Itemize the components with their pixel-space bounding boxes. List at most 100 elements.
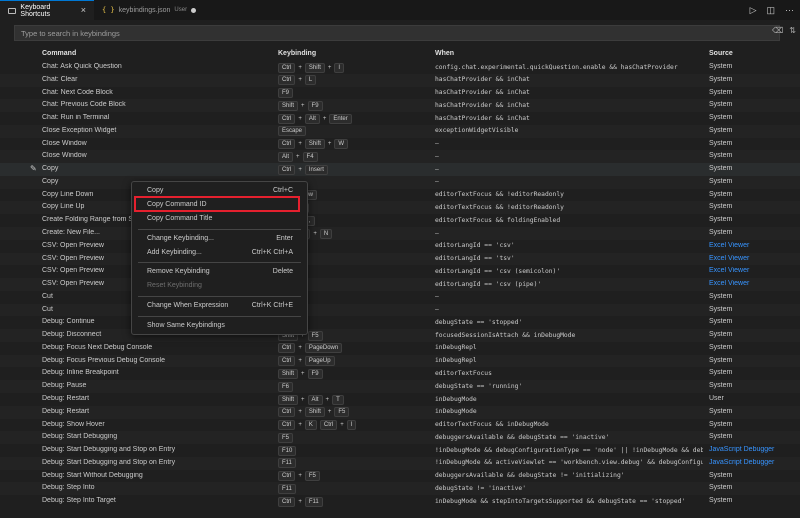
source-cell: System xyxy=(709,75,733,83)
source-cell[interactable]: Excel Viewer xyxy=(709,267,797,274)
search-input[interactable] xyxy=(21,28,779,38)
table-row[interactable]: CutDelete–System xyxy=(0,291,800,304)
when-cell: editorLangId == 'csv (semicolon)' xyxy=(435,267,561,275)
tab-keyboard-shortcuts[interactable]: Keyboard Shortcuts × xyxy=(0,0,94,20)
table-row[interactable]: Debug: Pause F6 debugState == 'running' Sys… xyxy=(0,380,800,394)
table-row[interactable]: Chat: Previous Code Block Shift + F9 hasChat… xyxy=(0,99,800,113)
source-cell: System xyxy=(709,369,733,377)
menu-item-change-when-expression[interactable]: Change When Expression Ctrl+K Ctrl+E xyxy=(132,300,307,313)
table-row[interactable]: Debug: Start Debugging F5 debuggersAvailab… xyxy=(0,431,800,445)
dirty-dot-icon[interactable] xyxy=(191,7,197,13)
sort-icon[interactable]: ⇅ xyxy=(789,26,796,35)
keybinding-cell: F11 xyxy=(278,458,428,469)
table-row[interactable]: Chat: Next Code Block F9 hasChatProvider &… xyxy=(0,87,800,100)
command-cell: Close Window xyxy=(42,139,87,147)
source-cell[interactable]: JavaScript Debugger xyxy=(709,459,797,466)
table-row[interactable]: Debug: Continue debugState == 'stopped' Sy… xyxy=(0,316,800,329)
key-cap: K xyxy=(304,420,317,431)
menu-item-change-keybinding[interactable]: Change Keybinding... Enter xyxy=(132,233,307,246)
when-cell: editorTextFocus && !editorReadonly xyxy=(435,191,564,199)
table-row[interactable]: CSV: Open PreviewVeditorLangId == 'tsv'E… xyxy=(0,252,800,266)
table-row[interactable]: Create: New File...Windows+N–System xyxy=(0,227,800,240)
close-icon[interactable]: × xyxy=(81,6,86,15)
more-actions-icon[interactable]: ··· xyxy=(785,5,794,15)
source-cell: System xyxy=(709,331,733,339)
table-row[interactable]: Close Exception Widget Escape exceptionWid… xyxy=(0,124,800,138)
when-cell: !inDebugMode && activeViewlet == 'workbe… xyxy=(435,459,703,467)
table-row[interactable]: Debug: Disconnect Shift + F5 focusedSessionI… xyxy=(0,329,800,342)
table-row[interactable]: Debug: Restart Shift + Alt + TinDebugMode User xyxy=(0,393,800,406)
table-row[interactable]: Chat: Ask Quick Question Ctrl + Shift + Iconf… xyxy=(0,61,800,74)
command-cell: Debug: Start Debugging and Stop on Entry xyxy=(42,458,176,466)
source-cell: System xyxy=(709,382,733,390)
menu-item-show-same-keybindings[interactable]: Show Same Keybindings xyxy=(132,320,307,333)
table-row[interactable]: Chat: Clear Ctrl + LhasChatProvider && inCh… xyxy=(0,73,800,87)
key-plus: + xyxy=(325,396,330,403)
table-row[interactable]: Close Window Alt + F4– System xyxy=(0,150,800,164)
menu-item-add-keybinding[interactable]: Add Keybinding... Ctrl+K Ctrl+A xyxy=(132,247,307,260)
when-cell: exceptionWidgetVisible xyxy=(435,127,519,135)
pencil-icon[interactable]: ✎ xyxy=(30,164,37,173)
table-row[interactable]: Debug: Step Into F11 debugState != 'inacti… xyxy=(0,482,800,496)
key-cap: Shift xyxy=(278,100,299,111)
menu-item-label: Add Keybinding... xyxy=(147,249,202,256)
command-cell: Debug: Inline Breakpoint xyxy=(42,369,119,377)
clear-filter-icon[interactable]: ⌫ xyxy=(772,26,783,35)
key-cap: F9 xyxy=(307,100,323,111)
key-cap: F6 xyxy=(278,381,294,392)
column-command[interactable]: Command xyxy=(42,50,76,57)
table-row[interactable]: Debug: Show Hover Ctrl + K Ctrl + IeditorTextF… xyxy=(0,419,800,432)
table-row[interactable]: Copy Line UpUpArroweditorTextFocus && !e… xyxy=(0,201,800,215)
menu-item-remove-keybinding[interactable]: Remove Keybinding Delete xyxy=(132,266,307,279)
keybinding-cell: Alt + F4 xyxy=(278,151,428,162)
table-row[interactable]: CSV: Open PreviewVeditorLangId == 'csv'E… xyxy=(0,240,800,253)
source-cell: System xyxy=(709,433,733,441)
key-cap: PageUp xyxy=(304,356,335,367)
keybinding-cell: F11 xyxy=(278,483,428,494)
menu-item-copy-command-title[interactable]: Copy Command Title xyxy=(132,213,307,226)
table-row[interactable]: Close Window Ctrl + Shift + W – System xyxy=(0,138,800,151)
column-source[interactable]: Source xyxy=(709,50,733,57)
table-row[interactable]: Create Folding Range from SCtrl+,editorT… xyxy=(0,214,800,227)
source-cell: System xyxy=(709,190,733,198)
table-row[interactable]: ✎ Copy Ctrl + Insert – System xyxy=(0,163,800,176)
table-row[interactable]: Debug: Start Without Debugging Ctrl + F5 deb… xyxy=(0,470,800,483)
table-row[interactable]: Copy – System xyxy=(0,175,800,189)
table-row[interactable]: Debug: Start Debugging and Stop on Entry… xyxy=(0,456,800,470)
command-cell: Debug: Step Into xyxy=(42,484,95,492)
when-cell: editorTextFocus && !editorReadonly xyxy=(435,203,564,211)
column-keybinding[interactable]: Keybinding xyxy=(278,50,316,57)
keybinding-cell: Ctrl + Insert xyxy=(278,164,428,175)
table-row[interactable]: Cut – System xyxy=(0,303,800,317)
keybinding-cell: Shift + F9 xyxy=(278,100,428,111)
table-row[interactable]: Debug: Restart Ctrl + Shift + F5 inDebugMode Sy… xyxy=(0,405,800,419)
table-row[interactable]: Debug: Focus Previous Debug Console Ctrl +… xyxy=(0,354,800,368)
table-row[interactable]: Copy Line DownDownArroweditorTextFocus &… xyxy=(0,189,800,202)
key-cap: F10 xyxy=(278,445,297,456)
table-row[interactable]: CSV: Open PreviewVeditorLangId == 'csv (… xyxy=(0,278,800,291)
key-cap: Ctrl xyxy=(278,113,296,124)
run-icon[interactable]: ▷ xyxy=(750,5,757,16)
table-row[interactable]: CSV: Open PreviewVeditorLangId == 'csv (… xyxy=(0,265,800,278)
key-plus: + xyxy=(298,141,302,148)
tab-keybindings-json[interactable]: { } keybindings.json User xyxy=(94,0,212,20)
command-cell: Debug: Start Debugging xyxy=(42,433,118,441)
table-row[interactable]: Debug: Inline Breakpoint Shift + F9 editorTe… xyxy=(0,367,800,380)
table-row[interactable]: Debug: Start Debugging and Stop on Entry… xyxy=(0,444,800,457)
table-row[interactable]: Chat: Run in Terminal Ctrl + Alt + Enter hasCh… xyxy=(0,112,800,125)
table-row[interactable]: Debug: Focus Next Debug Console Ctrl + Page… xyxy=(0,342,800,355)
when-cell: hasChatProvider && inChat xyxy=(435,101,530,109)
source-cell[interactable]: Excel Viewer xyxy=(709,280,797,287)
key-plus: + xyxy=(298,345,302,352)
table-row[interactable]: Debug: Step Into Target Ctrl + F11 inDebugMo… xyxy=(0,495,800,508)
column-when[interactable]: When xyxy=(435,50,454,57)
source-cell[interactable]: Excel Viewer xyxy=(709,242,797,249)
source-cell[interactable]: JavaScript Debugger xyxy=(709,446,797,453)
command-cell: Debug: Step Into Target xyxy=(42,497,116,505)
when-cell: debugState != 'inactive' xyxy=(435,484,526,492)
source-cell[interactable]: Excel Viewer xyxy=(709,255,797,262)
when-cell: editorLangId == 'tsv' xyxy=(435,255,515,263)
key-cap: I xyxy=(334,62,345,73)
source-cell: System xyxy=(709,497,733,505)
split-editor-icon[interactable]: ◫ xyxy=(766,5,775,16)
